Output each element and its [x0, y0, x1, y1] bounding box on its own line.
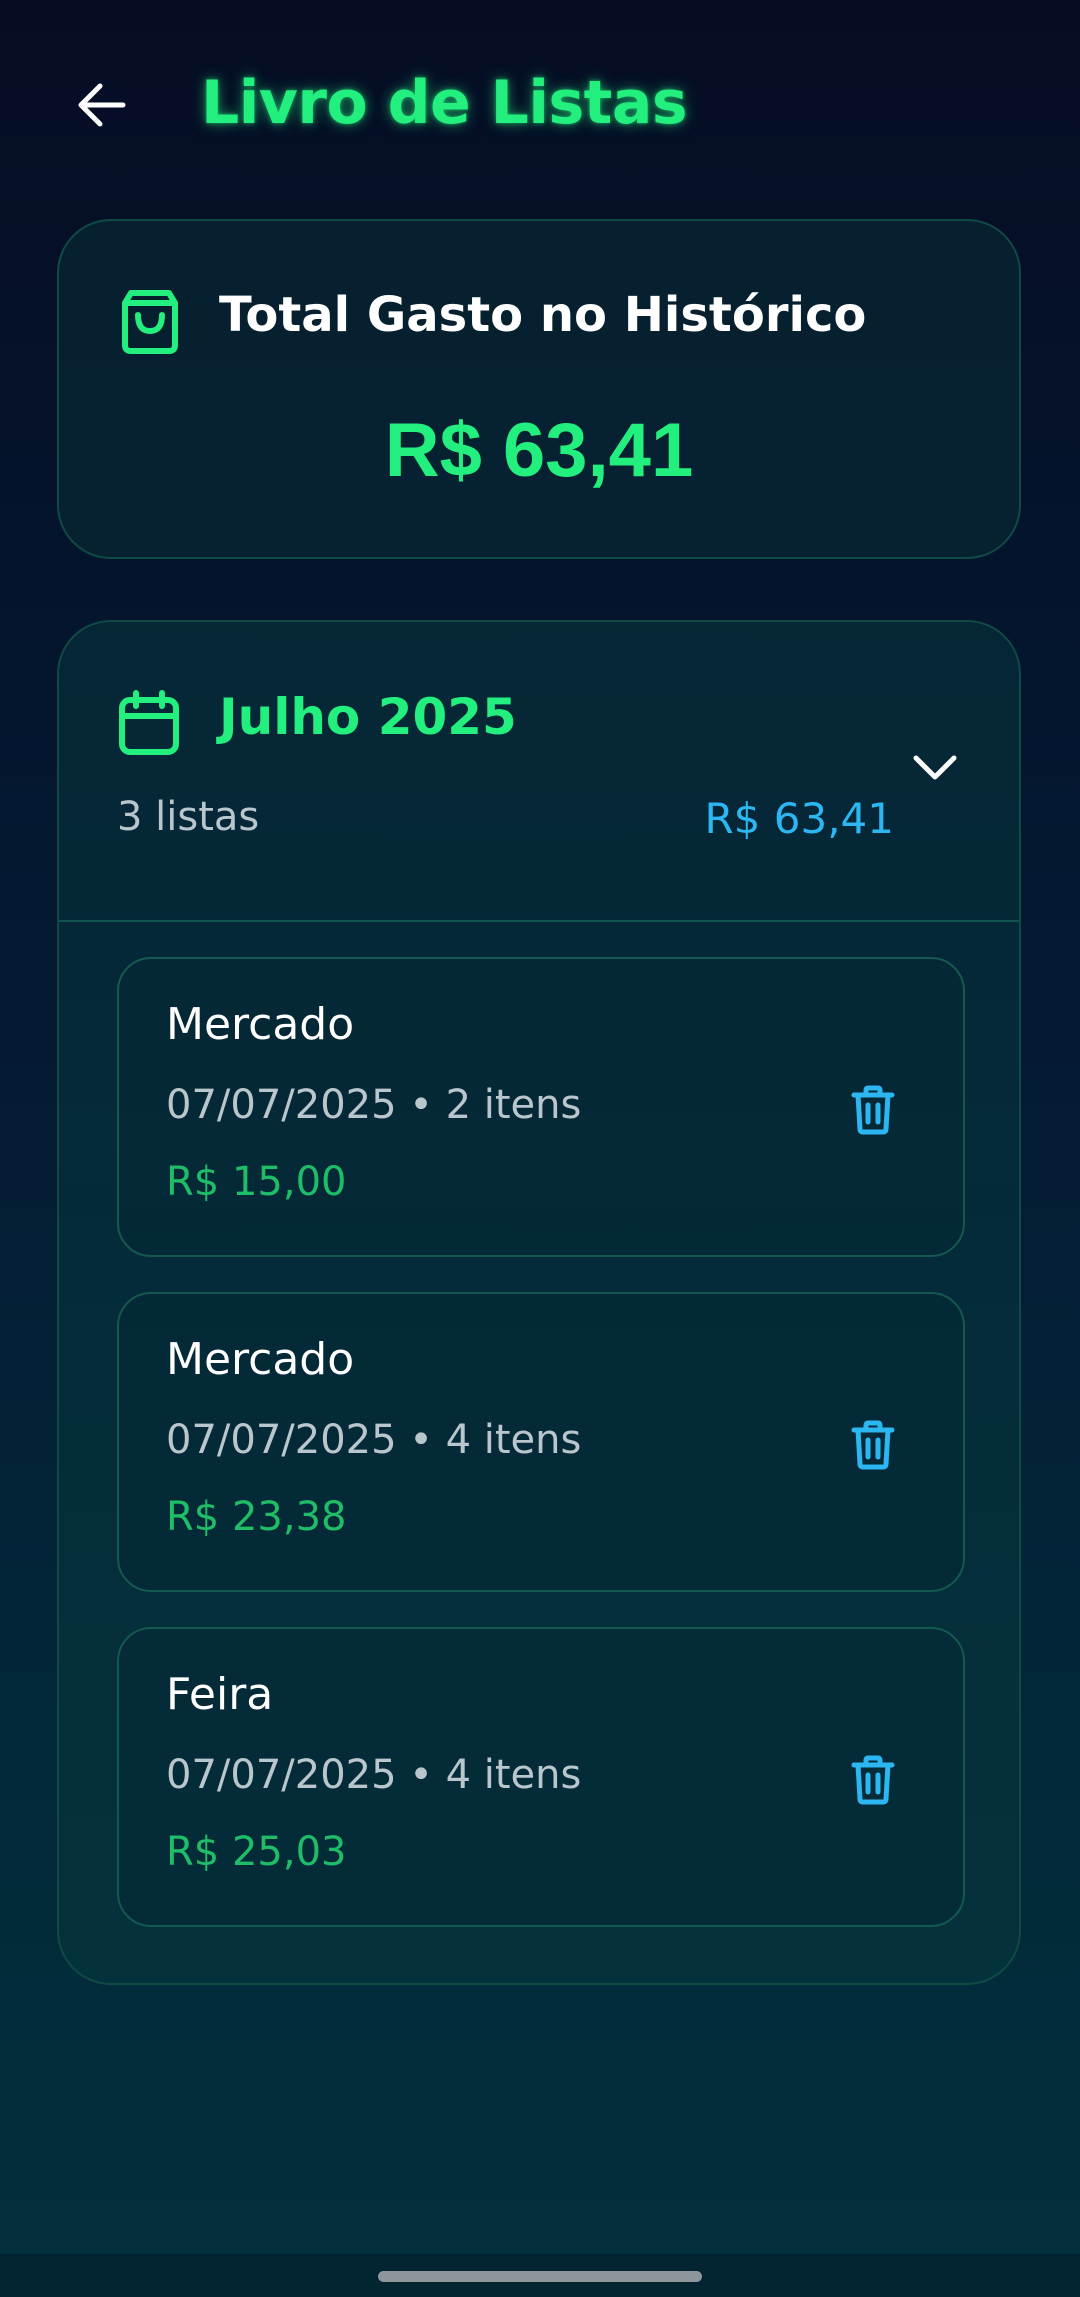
list-count: 3 listas [117, 794, 260, 840]
chevron-down-icon[interactable] [911, 752, 959, 784]
list-name: Mercado [166, 999, 355, 1050]
app-header: Livro de Listas [0, 0, 1080, 210]
list-price: R$ 15,00 [166, 1159, 347, 1205]
list-meta: 07/07/2025 • 4 itens [166, 1417, 582, 1463]
total-spent-card: Total Gasto no Histórico R$ 63,41 [57, 219, 1021, 559]
list-price: R$ 25,03 [166, 1829, 347, 1875]
month-title: Julho 2025 [219, 688, 517, 746]
trash-icon[interactable] [851, 1420, 895, 1470]
back-button[interactable] [68, 72, 134, 138]
list-item[interactable]: Mercado 07/07/2025 • 2 itens R$ 15,00 [117, 957, 965, 1257]
arrow-left-icon [78, 83, 126, 127]
total-spent-label: Total Gasto no Histórico [219, 287, 867, 343]
list-name: Feira [166, 1669, 274, 1720]
page-title: Livro de Listas [201, 68, 688, 138]
list-name: Mercado [166, 1334, 355, 1385]
shopping-bag-icon [122, 290, 178, 354]
calendar-icon [119, 690, 179, 755]
list-meta: 07/07/2025 • 2 itens [166, 1082, 582, 1128]
month-group-card: Julho 2025 3 listas R$ 63,41 Mercado 07/… [57, 620, 1021, 1985]
trash-icon[interactable] [851, 1085, 895, 1135]
month-total: R$ 63,41 [704, 794, 895, 843]
list-price: R$ 23,38 [166, 1494, 347, 1540]
list-item[interactable]: Feira 07/07/2025 • 4 itens R$ 25,03 [117, 1627, 965, 1927]
list-meta: 07/07/2025 • 4 itens [166, 1752, 582, 1798]
list-item[interactable]: Mercado 07/07/2025 • 4 itens R$ 23,38 [117, 1292, 965, 1592]
total-spent-amount: R$ 63,41 [384, 408, 694, 493]
gesture-handle[interactable] [378, 2271, 702, 2282]
month-group-header[interactable]: Julho 2025 3 listas R$ 63,41 [59, 622, 1019, 922]
trash-icon[interactable] [851, 1755, 895, 1805]
